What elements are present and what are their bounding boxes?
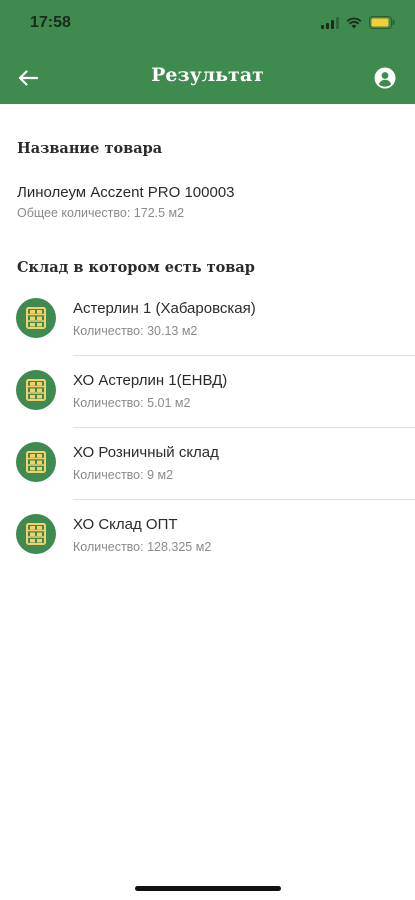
status-time: 17:58	[30, 14, 71, 31]
wifi-icon	[346, 17, 362, 28]
warehouse-list: Астерлин 1 (Хабаровская) Количество: 30.…	[0, 284, 415, 572]
nav-bar: Результат	[0, 52, 415, 104]
warehouse-shelves-icon	[16, 442, 56, 482]
profile-button[interactable]	[369, 62, 401, 94]
warehouse-section-heading: Склад в котором есть товар	[17, 259, 255, 276]
warehouse-name: ХО Склад ОПТ	[73, 516, 178, 533]
product-total-quantity: Общее количество: 172.5 м2	[17, 206, 185, 220]
warehouse-item[interactable]: ХО Астерлин 1(ЕНВД) Количество: 5.01 м2	[0, 356, 415, 428]
signal-icon	[321, 16, 339, 29]
warehouse-quantity: Количество: 30.13 м2	[73, 324, 198, 338]
warehouse-item[interactable]: Астерлин 1 (Хабаровская) Количество: 30.…	[0, 284, 415, 356]
page-title: Результат	[151, 64, 264, 86]
product-name: Линолеум Acczent PRO 100003	[17, 184, 235, 201]
home-indicator[interactable]	[135, 886, 281, 891]
warehouse-shelves-icon	[16, 514, 56, 554]
warehouse-shelves-icon	[16, 298, 56, 338]
warehouse-item[interactable]: ХО Розничный склад Количество: 9 м2	[0, 428, 415, 500]
status-icons	[321, 16, 395, 29]
warehouse-item[interactable]: ХО Склад ОПТ Количество: 128.325 м2	[0, 500, 415, 572]
warehouse-name: ХО Астерлин 1(ЕНВД)	[73, 372, 228, 389]
warehouse-name: ХО Розничный склад	[73, 444, 219, 461]
warehouse-shelves-icon	[16, 370, 56, 410]
warehouse-name: Астерлин 1 (Хабаровская)	[73, 300, 256, 317]
status-bar: 17:58	[0, 0, 415, 48]
warehouse-quantity: Количество: 128.325 м2	[73, 540, 212, 554]
app-header: 17:58 Результат	[0, 0, 415, 104]
warehouse-quantity: Количество: 5.01 м2	[73, 396, 191, 410]
battery-icon	[369, 16, 395, 29]
product-section-heading: Название товара	[17, 140, 163, 157]
warehouse-quantity: Количество: 9 м2	[73, 468, 174, 482]
account-circle-icon	[374, 67, 396, 89]
